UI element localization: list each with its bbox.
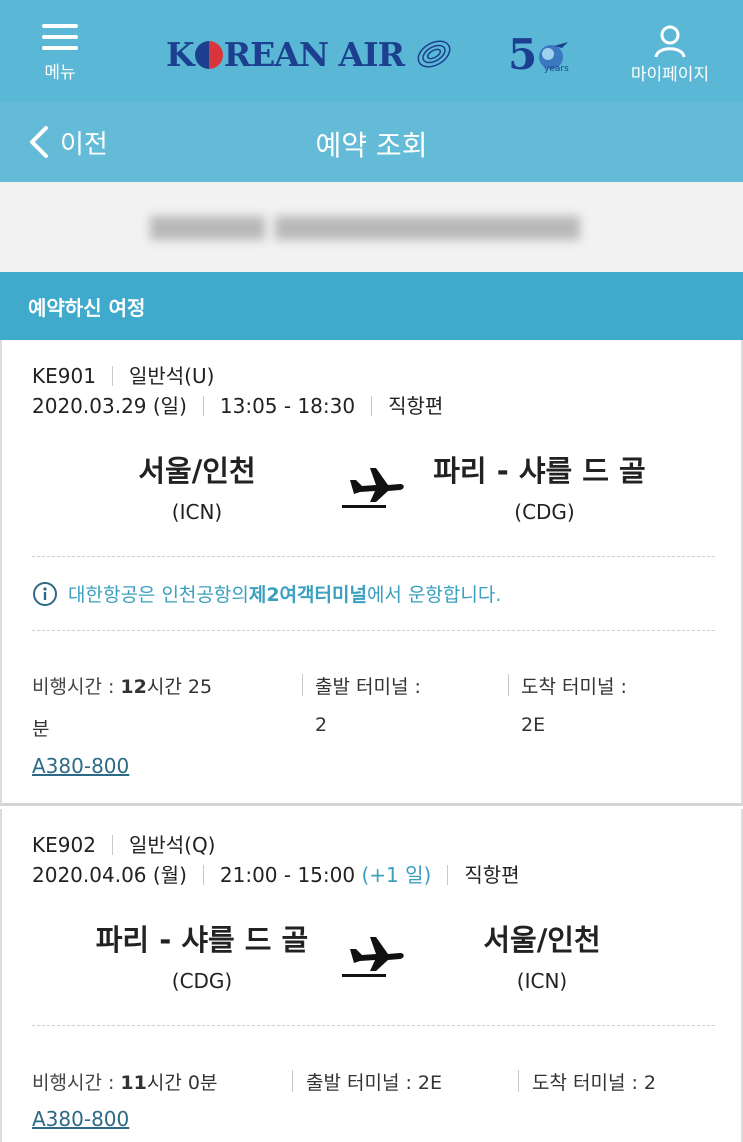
- redacted-booking-info: [0, 182, 743, 272]
- cabin-class: 일반석(U): [128, 364, 215, 388]
- origin-code: (CDG): [171, 969, 233, 993]
- sub-header: 이전 예약 조회: [0, 102, 743, 182]
- aircraft-link[interactable]: A380-800: [32, 754, 129, 778]
- departure-terminal-label: 출발 터미널 :: [315, 676, 421, 698]
- destination-code: (CDG): [514, 500, 575, 524]
- flight-duration-wrap: 분: [32, 718, 50, 740]
- flight-time: 21:00 - 15:00: [219, 863, 356, 887]
- section-title: 예약하신 여정: [28, 296, 146, 320]
- flight-date: 2020.04.06 (월): [32, 863, 187, 887]
- departure-terminal-value: 2: [315, 714, 328, 736]
- cabin-class: 일반석(Q): [128, 833, 216, 857]
- flight-type: 직항편: [388, 394, 444, 418]
- flight-type: 직항편: [464, 863, 520, 887]
- flight-schedule-row: 2020.04.06 (월) 21:00 - 15:00 (+1 일) 직항편: [32, 859, 520, 888]
- taegeuk-icon: [194, 40, 223, 69]
- page-title: 예약 조회: [315, 129, 428, 162]
- flight-summary-row: KE902 일반석(Q): [32, 829, 216, 858]
- hamburger-icon: [42, 24, 78, 52]
- itinerary-section-header: 예약하신 여정: [0, 272, 743, 340]
- destination-city: 서울/인천: [483, 923, 601, 957]
- origin-code: (ICN): [171, 500, 223, 524]
- flight-card: KE902 일반석(Q) 2020.04.06 (월) 21:00 - 15:00 …: [0, 809, 743, 1142]
- arrival-terminal: 도착 터미널 : 2: [532, 1072, 657, 1094]
- logo-wordmark: K REAN AIR: [166, 34, 405, 74]
- divider: [32, 1025, 715, 1026]
- flight-duration: 비행시간 : 11시간 0분: [32, 1072, 218, 1094]
- flight-card: KE901 일반석(U) 2020.03.29 (일) 13:05 - 18:30 직…: [0, 340, 743, 806]
- flight-date: 2020.03.29 (일): [32, 394, 187, 418]
- divider: [32, 630, 715, 631]
- skyteam-icon: [417, 40, 451, 68]
- flight-number: KE902: [32, 833, 96, 857]
- 50-years-emblem: 5 years: [508, 30, 569, 79]
- user-icon: [654, 25, 686, 58]
- day-offset: (+1 일): [361, 863, 432, 887]
- info-icon: [33, 581, 57, 606]
- mypage-label: 마이페이지: [630, 65, 710, 85]
- destination-city: 파리 - 샤를 드 골: [433, 454, 646, 488]
- airplane-departure-icon: [342, 468, 404, 508]
- korean-air-logo[interactable]: K REAN AIR: [166, 30, 454, 78]
- destination-code: (ICN): [516, 969, 568, 993]
- menu-label: 메뉴: [44, 63, 76, 83]
- aircraft-link[interactable]: A380-800: [32, 1107, 129, 1131]
- arrival-terminal-value: 2E: [521, 714, 546, 736]
- terminal-notice: 대한항공은 인천공항의 제2여객터미널 에서 운항합니다.: [32, 580, 501, 607]
- flight-number: KE901: [32, 364, 96, 388]
- origin-city: 파리 - 샤를 드 골: [95, 923, 309, 957]
- airplane-departure-icon: [342, 937, 404, 977]
- origin-city: 서울/인천: [138, 454, 256, 488]
- mypage-button[interactable]: 마이페이지: [620, 24, 720, 85]
- flight-duration: 비행시간 : 12시간 25: [32, 676, 213, 698]
- flight-time: 13:05 - 18:30: [219, 394, 356, 418]
- flight-schedule-row: 2020.03.29 (일) 13:05 - 18:30 직항편: [32, 390, 443, 419]
- menu-button[interactable]: 메뉴: [28, 24, 92, 88]
- top-header: 메뉴 K REAN AIR 5 years 마이페이지: [0, 0, 743, 102]
- arrival-terminal-label: 도착 터미널 :: [521, 676, 627, 698]
- divider: [32, 556, 715, 557]
- flight-summary-row: KE901 일반석(U): [32, 360, 214, 389]
- departure-terminal: 출발 터미널 : 2E: [306, 1072, 443, 1094]
